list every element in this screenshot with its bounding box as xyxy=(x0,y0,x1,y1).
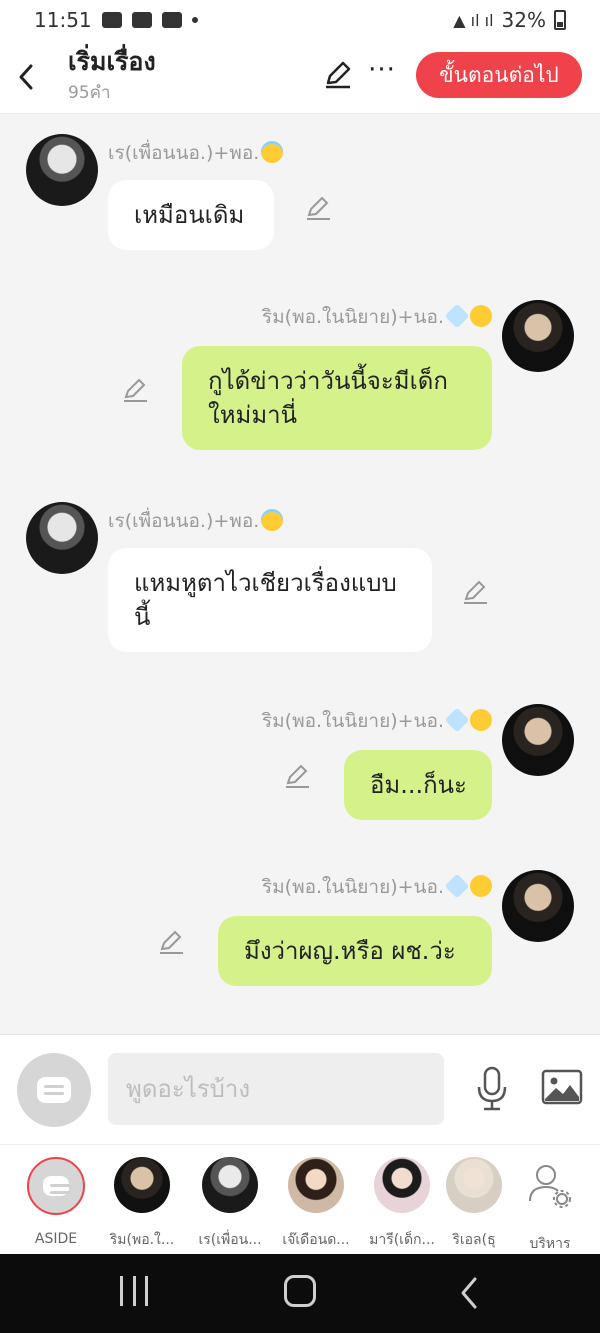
nav-back-icon[interactable] xyxy=(455,1273,485,1313)
character-label: เร(เพื่อน... xyxy=(198,1232,262,1248)
edit-message-icon[interactable] xyxy=(284,762,312,790)
more-options-icon[interactable]: ··· xyxy=(366,57,398,90)
back-button[interactable] xyxy=(0,40,52,114)
battery-icon xyxy=(554,10,566,30)
broom-icon xyxy=(101,12,122,28)
character-label: ริเอล(ธุ xyxy=(452,1232,496,1248)
sender-name: เร(เพื่อนนอ.)+พอ. xyxy=(108,138,284,168)
message-bubble[interactable]: มึงว่าผญ.หรือ ผช.ว่ะ xyxy=(218,916,492,986)
page-title: เริ่มเรื่อง xyxy=(68,47,156,76)
edit-message-icon[interactable] xyxy=(305,194,333,222)
sender-label: ริม(พอ.ในนิยาย)+นอ. xyxy=(261,306,444,328)
avatar[interactable] xyxy=(502,870,574,942)
sender-label: เร(เพื่อนนอ.)+พอ. xyxy=(108,510,260,532)
system-nav-bar xyxy=(0,1254,600,1333)
avatar[interactable] xyxy=(502,704,574,776)
character-item[interactable]: เร(เพื่อน... xyxy=(190,1157,270,1251)
character-aside[interactable]: ASIDE xyxy=(16,1157,96,1247)
chat-area[interactable]: เร(เพื่อนนอ.)+พอ. เหมือนเดิม ริม(พอ.ในนิ… xyxy=(0,114,600,1034)
avatar xyxy=(202,1157,258,1213)
character-label: มารี(เด็ก... xyxy=(369,1232,435,1248)
chat-header: เริ่มเรื่อง 95คำ ··· ขั้นตอนต่อไป xyxy=(0,40,600,114)
character-tray: ASIDE ริม(พอ.ใ... เร(เพื่อน... เจ๊เดือนด… xyxy=(0,1144,600,1254)
signal-icon: ▲ ıl ıl xyxy=(453,10,494,30)
sender-name: ริม(พอ.ในนิยาย)+นอ. xyxy=(262,706,492,736)
youtube-icon xyxy=(161,12,182,28)
edit-title-icon[interactable] xyxy=(322,58,354,90)
snowflake-emoji-icon xyxy=(444,303,470,329)
avatar xyxy=(374,1157,430,1213)
sender-name: ริม(พอ.ในนิยาย)+นอ. xyxy=(262,872,492,902)
word-count: 95คำ xyxy=(68,83,111,103)
message-bubble[interactable]: เหมือนเดิม xyxy=(108,180,274,250)
clock: 11:51 xyxy=(34,8,92,32)
image-icon[interactable] xyxy=(541,1069,583,1105)
dot-icon xyxy=(191,17,198,23)
chat-bubble-icon xyxy=(37,1077,71,1103)
sender-name: เร(เพื่อนนอ.)+พอ. xyxy=(108,506,284,536)
avatar xyxy=(288,1157,344,1213)
avatar[interactable] xyxy=(26,502,98,574)
message-bubble[interactable]: แหมหูตาไวเชียวเรื่องแบบนี้ xyxy=(108,548,432,652)
edit-message-icon[interactable] xyxy=(158,928,186,956)
halo-emoji-icon xyxy=(261,141,284,163)
manage-characters[interactable]: บริหาร xyxy=(510,1157,590,1255)
edit-message-icon[interactable] xyxy=(122,376,150,404)
edit-message-icon[interactable] xyxy=(462,578,490,606)
chevron-left-icon xyxy=(19,64,33,89)
smirk-emoji-icon xyxy=(470,305,492,327)
sender-label: ริม(พอ.ในนิยาย)+นอ. xyxy=(261,876,444,898)
next-step-button[interactable]: ขั้นตอนต่อไป xyxy=(416,52,582,98)
manage-user-icon xyxy=(529,1165,571,1208)
avatar xyxy=(446,1157,502,1213)
character-label: ริม(พอ.ใ... xyxy=(109,1232,175,1248)
home-button[interactable] xyxy=(284,1275,316,1307)
message-icon xyxy=(131,12,152,28)
smirk-emoji-icon xyxy=(470,709,492,731)
composer-bar xyxy=(0,1034,600,1144)
chat-bubble-icon xyxy=(43,1176,70,1196)
smirk-emoji-icon xyxy=(470,875,492,897)
character-item[interactable]: ริม(พอ.ใ... xyxy=(102,1157,182,1251)
snowflake-emoji-icon xyxy=(444,873,470,899)
sender-name: ริม(พอ.ในนิยาย)+นอ. xyxy=(262,302,492,332)
status-bar: 11:51 ▲ ıl ıl 32% xyxy=(0,0,600,40)
aside-avatar xyxy=(27,1157,85,1215)
title-block: เริ่มเรื่อง 95คำ xyxy=(68,47,156,106)
character-label: เจ๊เดือนด... xyxy=(282,1232,350,1248)
sender-label: ริม(พอ.ในนิยาย)+นอ. xyxy=(261,710,444,732)
snowflake-emoji-icon xyxy=(444,707,470,733)
message-bubble[interactable]: อืม...ก็นะ xyxy=(344,750,492,820)
character-item[interactable]: มารี(เด็ก... xyxy=(362,1157,442,1251)
character-label: ASIDE xyxy=(34,1231,78,1247)
message-input[interactable] xyxy=(108,1053,444,1125)
character-item[interactable]: ริเอล(ธุ xyxy=(446,1157,502,1251)
battery-level: 32% xyxy=(501,8,546,32)
microphone-icon[interactable] xyxy=(474,1065,510,1113)
character-item[interactable]: เจ๊เดือนด... xyxy=(276,1157,356,1251)
sender-label: เร(เพื่อนนอ.)+พอ. xyxy=(108,142,260,164)
halo-emoji-icon xyxy=(261,509,284,531)
message-bubble[interactable]: กูได้ข่าวว่าวันนี้จะมีเด็กใหม่มานี่ xyxy=(182,346,492,450)
recent-apps-button[interactable] xyxy=(120,1276,148,1306)
character-label: บริหาร xyxy=(529,1236,571,1252)
avatar[interactable] xyxy=(26,134,98,206)
avatar[interactable] xyxy=(502,300,574,372)
aside-toggle-button[interactable] xyxy=(17,1053,91,1127)
avatar xyxy=(114,1157,170,1213)
